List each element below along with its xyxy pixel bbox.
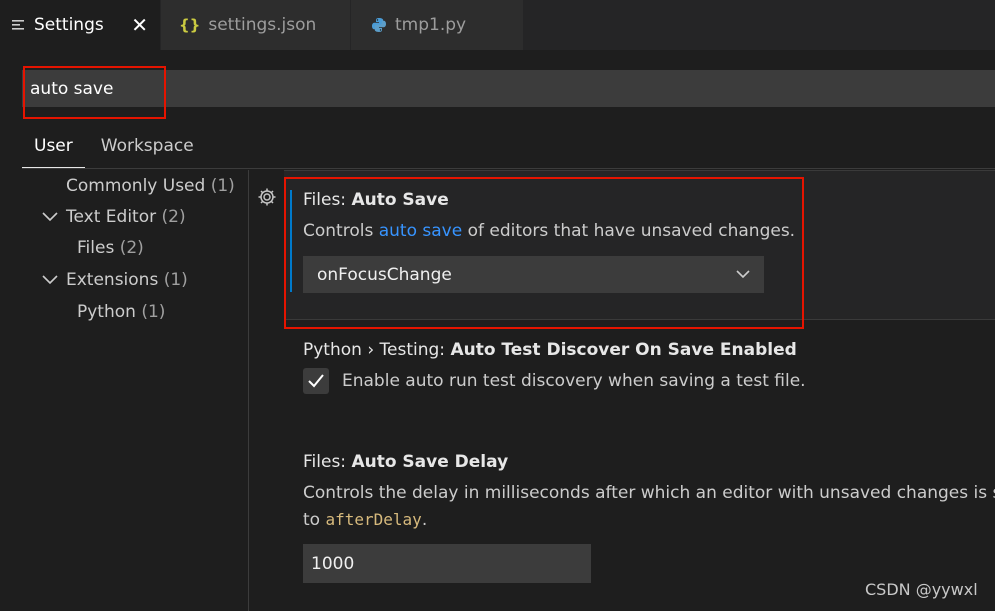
settings-scope-tabs: User Workspace — [22, 128, 222, 168]
checkmark-icon — [308, 374, 324, 388]
setting-description-line2: to afterDelay. — [303, 510, 427, 530]
chevron-down-icon — [42, 270, 60, 290]
tab-tmp1-py[interactable]: tmp1.py — [351, 0, 523, 50]
toc-sash[interactable] — [248, 170, 249, 611]
setting-category: Files: — [303, 190, 352, 210]
search-value: auto save — [30, 78, 114, 99]
tab-label: Settings — [34, 15, 104, 35]
toc-label: Python — [77, 302, 136, 322]
watermark: CSDN @yywxl — [865, 580, 978, 599]
setting-category: Files: — [303, 452, 352, 472]
setting-description: Controls auto save of editors that have … — [303, 221, 795, 241]
toc-count: (1) — [141, 302, 166, 322]
select-value: onFocusChange — [317, 264, 452, 285]
tab-user[interactable]: User — [22, 128, 85, 168]
settings-search-input[interactable]: auto save — [22, 70, 995, 107]
gear-icon[interactable] — [256, 186, 278, 208]
toc-label: Extensions — [66, 270, 159, 290]
json-braces-icon: {} — [179, 16, 201, 34]
auto-save-select[interactable]: onFocusChange — [303, 256, 764, 293]
toc-label: Commonly Used — [66, 176, 206, 196]
desc-text: to — [303, 510, 326, 530]
toc-count: (1) — [163, 270, 188, 290]
input-value: 1000 — [311, 553, 355, 574]
desc-code: afterDelay — [325, 510, 422, 529]
toc-count: (2) — [119, 238, 144, 258]
toc-item-commonly-used[interactable]: Commonly Used (1) — [66, 176, 235, 196]
setting-key: Auto Save — [351, 190, 449, 210]
chevron-down-icon — [42, 207, 60, 227]
setting-title-auto-save-delay: Files: Auto Save Delay — [303, 452, 508, 472]
python-icon — [371, 17, 387, 33]
desc-text: of editors that have unsaved changes. — [462, 221, 796, 241]
toc-item-files[interactable]: Files (2) — [77, 238, 144, 258]
divider — [22, 168, 995, 169]
chevron-down-icon — [734, 265, 752, 283]
auto-test-discover-checkbox[interactable] — [303, 368, 329, 394]
toc-item-text-editor[interactable]: Text Editor (2) — [42, 207, 186, 227]
toc-count: (1) — [210, 176, 235, 196]
settings-toc: Commonly Used (1) Text Editor (2) Files … — [22, 170, 248, 611]
tab-workspace[interactable]: Workspace — [101, 128, 206, 168]
toc-item-python[interactable]: Python (1) — [77, 302, 165, 322]
toc-count: (2) — [161, 207, 186, 227]
tab-label: settings.json — [208, 15, 317, 35]
setting-key: Auto Test Discover On Save Enabled — [450, 340, 797, 360]
checkbox-label: Enable auto run test discovery when savi… — [342, 371, 806, 391]
focus-indicator — [290, 190, 292, 292]
setting-title-auto-save: Files: Auto Save — [303, 190, 449, 210]
setting-category: Python › Testing: — [303, 340, 451, 360]
tab-settings-json[interactable]: {} settings.json — [161, 0, 350, 50]
desc-text: . — [421, 510, 428, 530]
auto-save-delay-input[interactable]: 1000 — [303, 544, 591, 583]
setting-key: Auto Save Delay — [351, 452, 509, 472]
desc-text: Controls — [303, 221, 379, 241]
setting-title-python-testing: Python › Testing: Auto Test Discover On … — [303, 340, 797, 360]
desc-link[interactable]: auto save — [379, 221, 462, 241]
settings-list-icon — [12, 19, 26, 31]
tab-settings[interactable]: Settings ✕ — [0, 0, 160, 50]
close-icon[interactable]: ✕ — [131, 13, 148, 37]
editor-tab-bar: Settings ✕ {} settings.json tmp1.py — [0, 0, 995, 50]
toc-label: Files — [77, 238, 115, 258]
tab-label: tmp1.py — [395, 15, 467, 35]
setting-description: Controls the delay in milliseconds after… — [303, 483, 995, 503]
toc-label: Text Editor — [66, 207, 157, 227]
toc-item-extensions[interactable]: Extensions (1) — [42, 270, 188, 290]
